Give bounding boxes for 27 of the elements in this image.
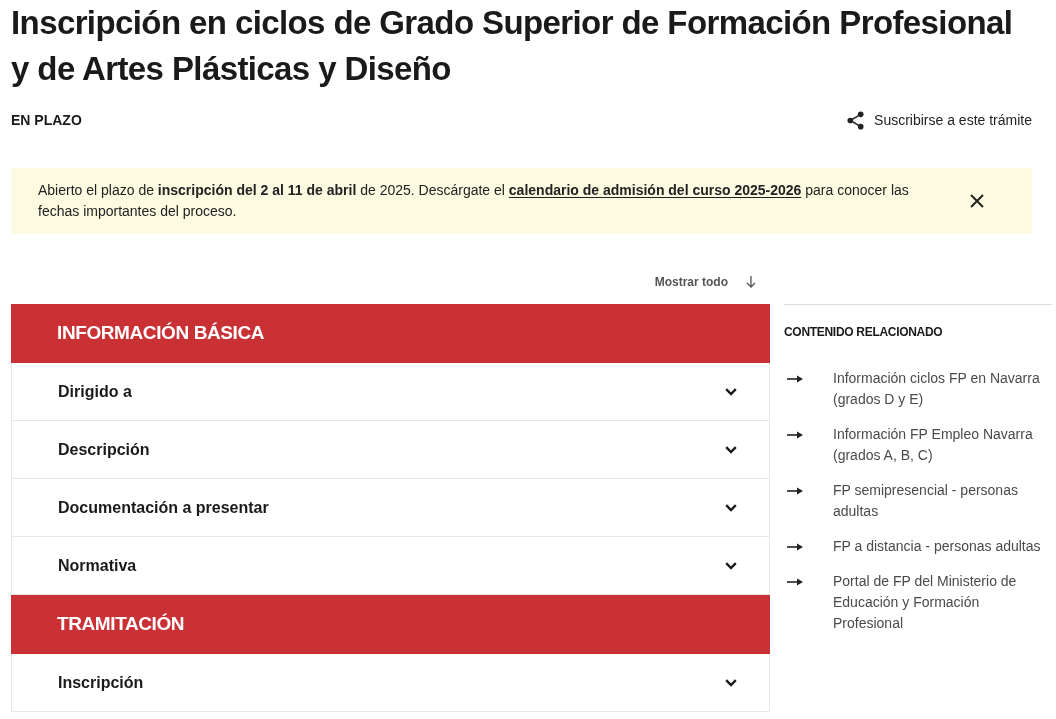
section-header: INFORMACIÓN BÁSICA [11, 304, 770, 363]
related-link[interactable]: Portal de FP del Ministerio de Educación y Formación Profesional [784, 571, 1052, 634]
arrow-down-icon [746, 276, 756, 288]
subscribe-button[interactable]: Suscribirse a este trámite [847, 109, 1032, 131]
share-icon [847, 110, 865, 130]
notice-text: Abierto el plazo de inscripción del 2 al 11 de abril de 2025. Descárgate el calendario de admisión del curso 2025-2026 para conocer las fechas importantes del proceso. [38, 181, 910, 221]
accordion-item[interactable]: Inscripción [11, 654, 770, 712]
arrow-right-icon [787, 487, 803, 495]
related-content-title: CONTENIDO RELACIONADO [784, 325, 944, 339]
arrow-right-icon [787, 431, 803, 439]
close-icon [970, 194, 984, 208]
accordion-item[interactable]: Dirigido a [11, 363, 770, 421]
related-link[interactable]: Información ciclos FP en Navarra (grados D y E) [784, 368, 1052, 410]
page-title: Inscripción en ciclos de Grado Superior de Formación Profesional y de Artes Plásticas y Diseño [11, 3, 1014, 89]
show-all-button[interactable]: Mostrar todo [654, 273, 756, 291]
accordion-item[interactable]: Normativa [11, 537, 770, 595]
related-link[interactable]: Información FP Empleo Navarra (grados A, B, C) [784, 424, 1052, 466]
arrow-right-icon [787, 578, 803, 586]
accordion-item[interactable]: Descripción [11, 421, 770, 479]
related-link[interactable]: FP semipresencial - personas adultas [784, 480, 1052, 522]
accordion-item[interactable]: Documentación a presentar [11, 479, 770, 537]
arrow-right-icon [787, 375, 803, 383]
section-header: TRAMITACIÓN [11, 595, 770, 654]
related-link[interactable]: FP a distancia - personas adultas [784, 536, 1052, 557]
status-label: EN PLAZO [11, 110, 82, 130]
arrow-right-icon [787, 543, 803, 551]
calendar-link[interactable]: calendario de admisión del curso 2025-2026 [508, 182, 802, 198]
